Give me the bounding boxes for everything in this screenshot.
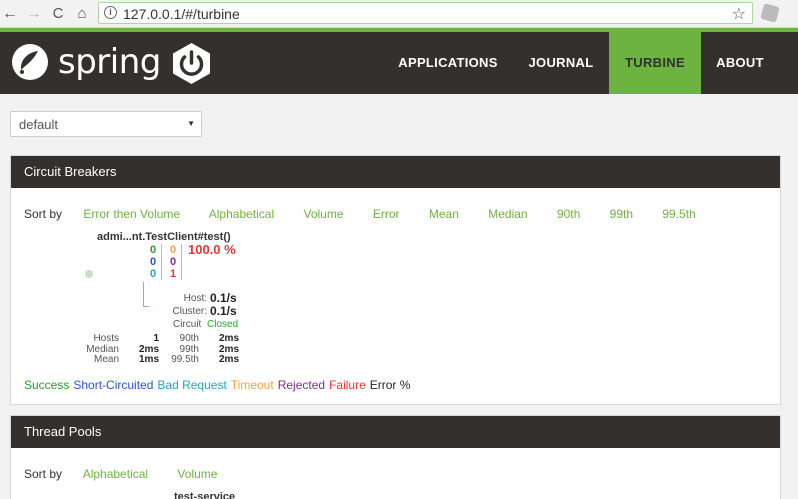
address-bar[interactable]: i 127.0.0.1/#/turbine ☆ <box>98 2 753 24</box>
cluster-rate: 0.1/s <box>210 304 237 318</box>
status-legend: Success Short-Circuited Bad Request Timeout… <box>24 378 414 392</box>
reload-icon[interactable]: C <box>48 4 68 24</box>
count-rejected: 0 <box>170 256 177 268</box>
stat-mean-label: Mean <box>93 354 119 365</box>
power-icon <box>173 43 210 84</box>
legend-bad-request: Bad Request <box>157 378 227 392</box>
host-rate: 0.1/s <box>210 291 237 305</box>
stat-mean: 1ms <box>138 354 159 365</box>
logo-text[interactable]: spring <box>58 42 161 82</box>
stat-99-5th-label: 99.5th <box>171 354 199 365</box>
circuit-breakers-panel: Circuit Breakers Sort by Error then Volu… <box>10 155 781 405</box>
sort-label: Sort by <box>24 467 63 481</box>
thread-pool-name: test-service <box>174 491 236 499</box>
legend-error-pct: Error % <box>369 378 411 392</box>
browser-toolbar: ← → C ⌂ i 127.0.0.1/#/turbine ☆ <box>0 0 798 28</box>
count-separator <box>181 244 182 280</box>
legend-short-circuited: Short-Circuited <box>73 378 154 392</box>
thread-pools-panel: Thread Pools Sort by Alphabetical Volume… <box>10 415 781 499</box>
app-header: spring APPLICATIONS JOURNAL TURBINE ABOU… <box>0 32 798 94</box>
stat-99-5th: 2ms <box>218 354 239 365</box>
nav-journal[interactable]: JOURNAL <box>521 32 601 94</box>
chevron-down-icon: ▼ <box>187 119 195 128</box>
legend-timeout: Timeout <box>230 378 274 392</box>
back-icon[interactable]: ← <box>0 4 20 24</box>
address-url[interactable]: 127.0.0.1/#/turbine <box>123 6 240 22</box>
legend-rejected: Rejected <box>277 378 326 392</box>
cluster-label: Cluster: <box>172 306 207 317</box>
circuit-sparkline <box>143 282 149 307</box>
sort-bar: Sort by Alphabetical Volume <box>24 467 243 481</box>
count-success: 0 <box>150 244 157 256</box>
cluster-select[interactable]: default ▼ <box>10 111 202 137</box>
home-icon[interactable]: ⌂ <box>72 4 92 24</box>
sort-volume[interactable]: Volume <box>177 467 217 481</box>
stat-90th-label: 90th <box>179 333 199 344</box>
spring-leaf-icon[interactable] <box>10 42 50 82</box>
count-separator <box>161 244 162 280</box>
count-short-circuited: 0 <box>150 256 157 268</box>
bookmark-star-icon[interactable]: ☆ <box>732 4 746 24</box>
count-timeout: 0 <box>170 244 177 256</box>
stat-hosts: 1 <box>153 333 159 344</box>
circuit-health-dot <box>85 270 93 278</box>
circuit-label: Circuit <box>173 319 202 330</box>
circuit-monitor: admi...nt.TestClient#test() 0 0 0 0 0 1 … <box>11 156 780 404</box>
stat-90th: 2ms <box>218 333 239 344</box>
legend-success: Success <box>24 378 70 392</box>
panel-title: Thread Pools <box>11 416 780 448</box>
error-rate: 100.0 % <box>188 242 236 257</box>
nav-turbine[interactable]: TURBINE <box>609 32 701 94</box>
count-bad-request: 0 <box>150 268 157 280</box>
cluster-select-value: default <box>19 117 59 132</box>
legend-failure: Failure <box>329 378 366 392</box>
count-failure: 1 <box>170 268 177 280</box>
sort-alphabetical[interactable]: Alphabetical <box>83 467 148 481</box>
stat-hosts-label: Hosts <box>93 333 119 344</box>
circuit-status: Closed <box>207 319 239 330</box>
info-icon[interactable]: i <box>104 6 117 19</box>
host-label: Host: <box>183 293 207 304</box>
nav-about[interactable]: ABOUT <box>710 32 770 94</box>
forward-icon[interactable]: → <box>24 4 44 24</box>
nav-applications[interactable]: APPLICATIONS <box>394 32 502 94</box>
extension-icon[interactable] <box>760 3 780 23</box>
